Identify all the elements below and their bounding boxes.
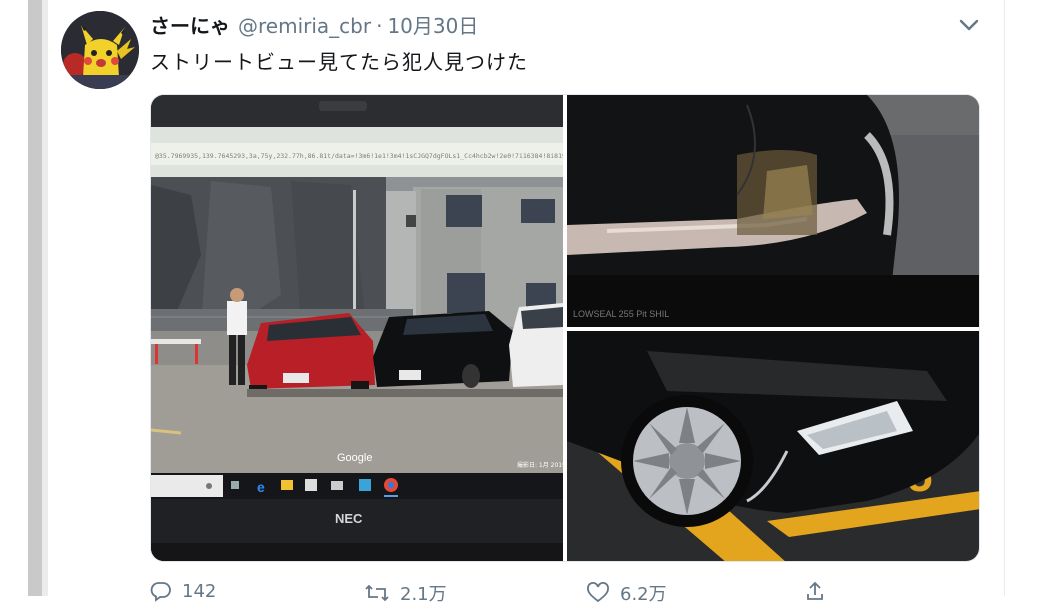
google-watermark: Google bbox=[337, 452, 372, 464]
retweet-icon bbox=[365, 584, 389, 602]
tweet-actions: 142 2.1万 6.2万 bbox=[150, 580, 910, 605]
user-handle[interactable]: @remiria_cbr bbox=[238, 14, 371, 38]
svg-text:e: e bbox=[257, 479, 265, 495]
like-button[interactable]: 6.2万 bbox=[586, 580, 667, 606]
tweet-header: さーにゃ @remiria_cbr · 10月30日 bbox=[150, 10, 478, 40]
reply-icon bbox=[150, 582, 171, 602]
image-date: 撮影日: 1月 2019 bbox=[517, 461, 563, 469]
reply-count: 142 bbox=[182, 580, 217, 602]
chevron-down-icon[interactable] bbox=[956, 14, 982, 36]
page-gutter bbox=[42, 0, 48, 596]
reply-button[interactable]: 142 bbox=[150, 580, 216, 602]
photo-damage-closeup[interactable]: LOWSEAL 255 Pit SHIL bbox=[567, 95, 979, 327]
pikachu-avatar-icon bbox=[61, 11, 139, 89]
share-button[interactable] bbox=[804, 580, 836, 602]
tire-text: LOWSEAL 255 Pit SHIL bbox=[573, 309, 669, 319]
retweet-button[interactable]: 2.1万 bbox=[364, 580, 447, 606]
url-text: @35.7969935,139.7645293,3a,75y,232.77h,8… bbox=[155, 152, 563, 160]
retweet-count: 2.1万 bbox=[400, 584, 447, 605]
tweet-text: ストリートビュー見てたら犯人見つけた bbox=[150, 50, 528, 74]
heart-icon bbox=[587, 582, 609, 603]
share-icon bbox=[807, 581, 823, 600]
separator-dot: · bbox=[376, 14, 383, 38]
scrollbar-track[interactable] bbox=[28, 0, 42, 596]
avatar[interactable] bbox=[61, 11, 139, 89]
display-name[interactable]: さーにゃ bbox=[150, 10, 230, 39]
photo-street-view[interactable]: @35.7969935,139.7645293,3a,75y,232.77h,8… bbox=[151, 95, 563, 561]
like-count: 6.2万 bbox=[620, 584, 667, 605]
media-grid: @35.7969935,139.7645293,3a,75y,232.77h,8… bbox=[150, 94, 980, 562]
nec-logo: NEC bbox=[335, 511, 363, 526]
tweet-date[interactable]: 10月30日 bbox=[387, 10, 478, 39]
timeline-border bbox=[1004, 0, 1005, 596]
photo-car-front[interactable]: 5 bbox=[567, 331, 979, 561]
